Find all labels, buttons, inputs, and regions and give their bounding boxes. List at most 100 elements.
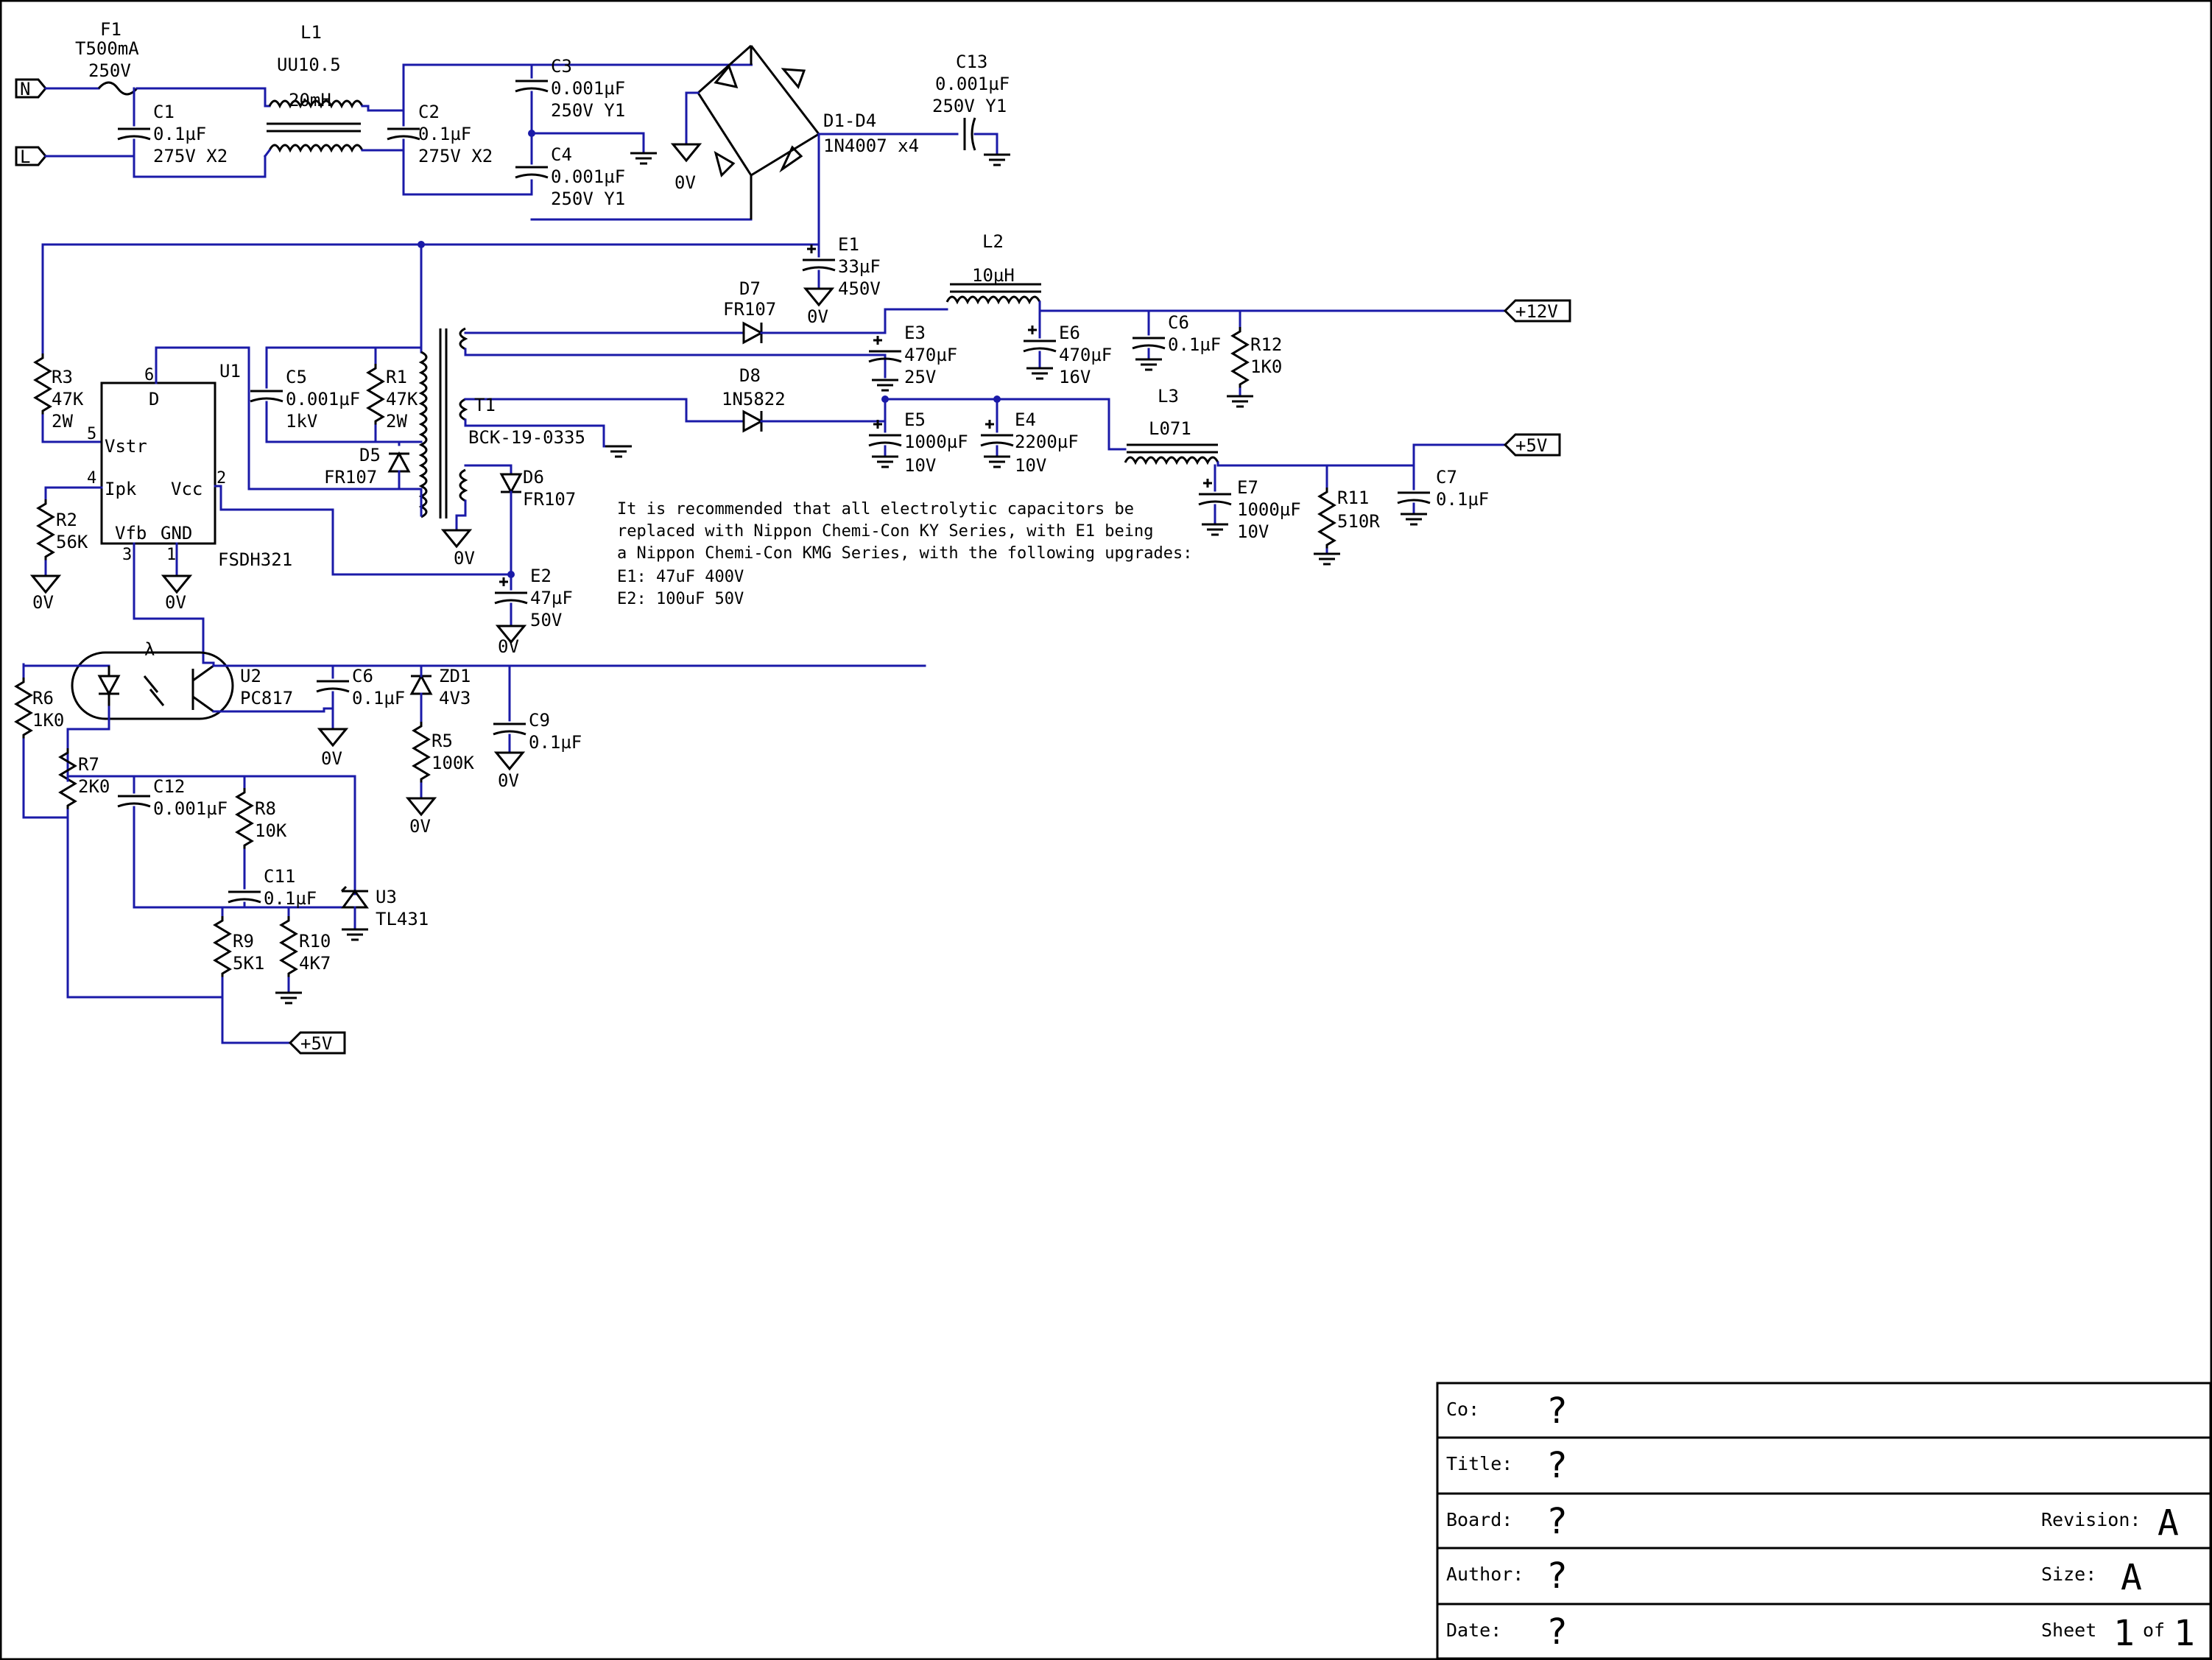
svg-text:+5V: +5V: [1515, 435, 1547, 456]
label-t1: T1 BCK-19-0335: [468, 395, 585, 448]
svg-text:20mH: 20mH: [289, 90, 331, 110]
svg-text:Ipk: Ipk: [105, 479, 137, 499]
svg-text:470µF: 470µF: [904, 345, 957, 365]
svg-text:5: 5: [87, 425, 96, 443]
svg-text:450V: 450V: [838, 278, 881, 299]
svg-text:R10: R10: [299, 931, 331, 952]
label-d6: D6 FR107: [523, 467, 576, 510]
svg-text:L071: L071: [1149, 418, 1191, 439]
port-5v-output: +5V: [1503, 433, 1561, 457]
svg-text:E3: E3: [904, 323, 926, 343]
svg-text:E1: 47uF 400V: E1: 47uF 400V: [617, 568, 744, 586]
svg-text:33µF: 33µF: [838, 256, 881, 277]
svg-text:1000µF: 1000µF: [904, 432, 968, 452]
svg-text:10V: 10V: [904, 455, 936, 476]
svg-text:47µF: 47µF: [530, 588, 573, 608]
label-u1-gnd: 0V: [165, 592, 186, 613]
svg-text:1K0: 1K0: [32, 710, 64, 731]
svg-text:R1: R1: [386, 367, 407, 387]
svg-text:E4: E4: [1015, 409, 1036, 430]
svg-text:0V: 0V: [165, 592, 186, 613]
label-e5: E5 1000µF 10V: [904, 409, 968, 476]
svg-text:2W: 2W: [386, 411, 407, 432]
svg-text:C6: C6: [1168, 312, 1189, 333]
label-r6: R6 1K0: [32, 688, 64, 731]
label-c11: C11 0.1µF: [264, 866, 317, 909]
label-d7: D7 FR107: [723, 278, 776, 320]
svg-text:1kV: 1kV: [286, 411, 317, 432]
label-c2: C2 0.1µF 275V X2: [418, 102, 493, 166]
svg-text:470µF: 470µF: [1059, 345, 1112, 365]
svg-text:FSDH321: FSDH321: [218, 549, 292, 570]
svg-text:0.001µF: 0.001µF: [286, 389, 360, 409]
svg-text:0.001µF: 0.001µF: [551, 166, 625, 187]
svg-text:0V: 0V: [807, 306, 828, 327]
svg-text:R9: R9: [233, 931, 254, 952]
svg-text:10V: 10V: [1015, 455, 1046, 476]
svg-text:0V: 0V: [498, 770, 519, 791]
svg-text:E2: 100uF 50V: E2: 100uF 50V: [617, 590, 744, 608]
label-c4: C4 0.001µF 250V Y1: [551, 144, 625, 209]
svg-text:U3: U3: [376, 887, 397, 907]
svg-text:L2: L2: [982, 231, 1004, 252]
svg-text:275V X2: 275V X2: [418, 146, 493, 166]
svg-text:0.001µF: 0.001µF: [551, 78, 625, 99]
svg-text:6: 6: [144, 366, 154, 384]
svg-text:10K: 10K: [255, 820, 287, 841]
svg-text:U2: U2: [240, 666, 261, 686]
svg-text:+12V: +12V: [1515, 301, 1558, 322]
svg-text:50V: 50V: [530, 610, 562, 630]
svg-text:C11: C11: [264, 866, 295, 887]
svg-text:R5: R5: [432, 731, 453, 751]
svg-text:D1-D4: D1-D4: [823, 110, 876, 131]
label-e7: E7 1000µF 10V: [1237, 477, 1301, 542]
svg-text:C2: C2: [418, 102, 440, 122]
label-r11: R11 510R: [1337, 488, 1380, 532]
svg-text:UU10.5: UU10.5: [277, 54, 341, 75]
label-e2: E2 47µF 50V 0V: [498, 566, 573, 657]
svg-text:L: L: [20, 147, 30, 167]
label-c6-secondary: C6 0.1µF: [1168, 312, 1221, 355]
svg-text:R2: R2: [56, 510, 77, 530]
svg-text:C4: C4: [551, 144, 572, 165]
svg-text:Vfb: Vfb: [115, 523, 147, 544]
svg-text:0V: 0V: [498, 636, 519, 657]
svg-text:C6: C6: [352, 666, 373, 686]
schematic-sheet: N L F1 T500mA 250V L1 UU10.5 20mH C1 0.1…: [0, 0, 2212, 1660]
svg-text:100K: 100K: [432, 753, 474, 773]
svg-text:E7: E7: [1237, 477, 1258, 498]
port-12v: +12V: [1503, 299, 1571, 323]
label-r9: R9 5K1: [233, 931, 264, 974]
svg-text:0V: 0V: [321, 748, 342, 769]
svg-text:25V: 25V: [904, 367, 936, 387]
label-c5: C5 0.001µF 1kV: [286, 367, 360, 432]
port-5v-feedback: +5V: [288, 1031, 346, 1055]
port-n: N: [15, 78, 47, 99]
svg-text:0.1µF: 0.1µF: [1436, 489, 1489, 510]
svg-text:2: 2: [216, 469, 226, 488]
svg-text:E5: E5: [904, 409, 926, 430]
svg-text:4K7: 4K7: [299, 953, 331, 974]
svg-text:L3: L3: [1158, 386, 1179, 407]
svg-text:Revision:: Revision:: [2041, 1509, 2141, 1530]
svg-text:56K: 56K: [56, 532, 88, 552]
svg-text:1N5822: 1N5822: [722, 389, 786, 409]
svg-text:0V: 0V: [32, 592, 54, 613]
svg-text:TL431: TL431: [376, 909, 429, 929]
svg-text:1K0: 1K0: [1250, 356, 1282, 377]
primary-section: [31, 346, 529, 664]
svg-text:GND: GND: [161, 523, 192, 544]
svg-text:C3: C3: [551, 56, 572, 77]
svg-text:R6: R6: [32, 688, 54, 708]
svg-text:replaced with Nippon Chemi-Con: replaced with Nippon Chemi-Con KY Series…: [617, 522, 1153, 541]
svg-text:2W: 2W: [52, 411, 73, 432]
svg-text:?: ?: [1546, 1555, 1568, 1597]
svg-text:0.1µF: 0.1µF: [352, 688, 405, 708]
svg-text:Sheet: Sheet: [2041, 1619, 2096, 1641]
svg-text:1: 1: [2113, 1613, 2135, 1654]
u1-controller-chip: U1 FSDH321 D Vstr Ipk Vcc Vfb GND 6 5 4 …: [87, 361, 292, 570]
svg-text:1: 1: [166, 546, 176, 564]
svg-text:+5V: +5V: [300, 1033, 332, 1054]
svg-text:C7: C7: [1436, 467, 1457, 488]
svg-text:PC817: PC817: [240, 688, 293, 708]
